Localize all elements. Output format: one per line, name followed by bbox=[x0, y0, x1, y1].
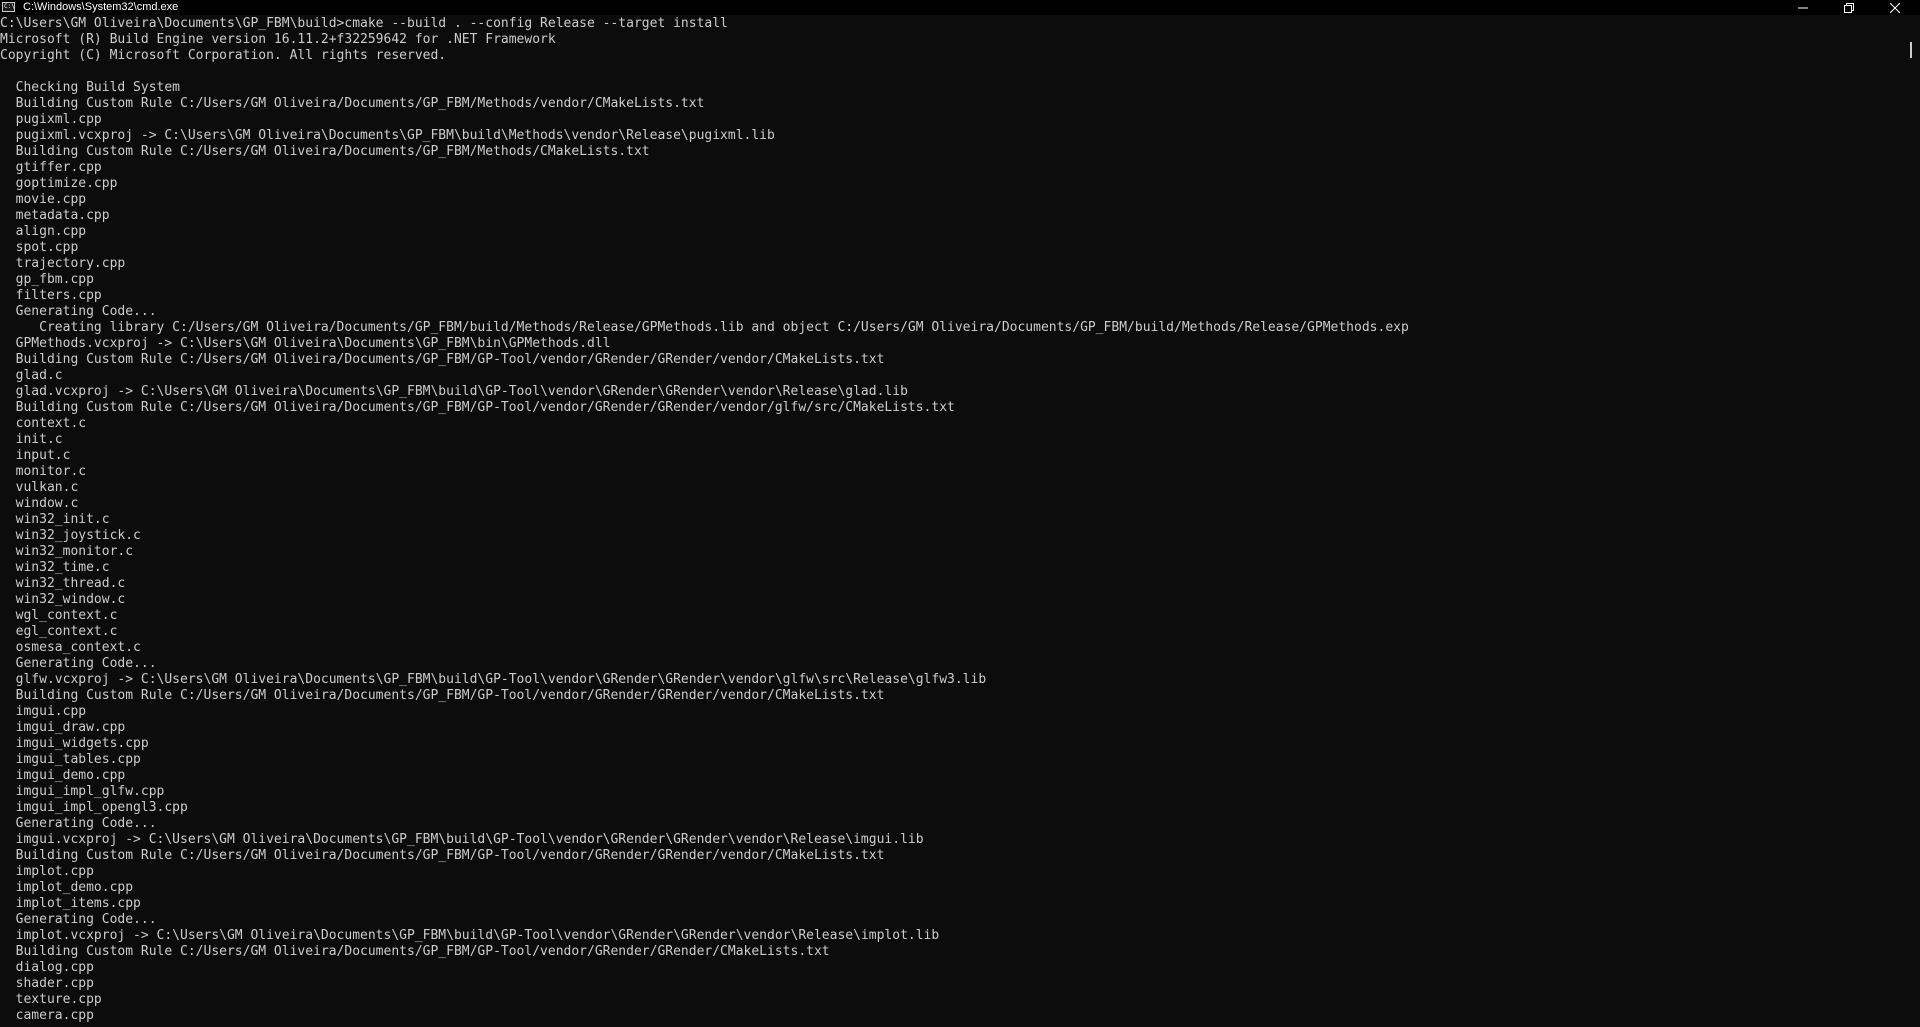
restore-button[interactable] bbox=[1826, 0, 1872, 15]
console-line: C:\Users\GM Oliveira\Documents\GP_FBM\bu… bbox=[0, 16, 728, 31]
close-button[interactable] bbox=[1872, 0, 1918, 15]
console-line: implot.vcxproj -> C:\Users\GM Oliveira\D… bbox=[0, 928, 940, 943]
console-line: GPMethods.vcxproj -> C:\Users\GM Oliveir… bbox=[0, 336, 611, 351]
console-line: dialog.cpp bbox=[0, 960, 94, 975]
console-line: implot_demo.cpp bbox=[0, 880, 134, 895]
console-line: glad.vcxproj -> C:\Users\GM Oliveira\Doc… bbox=[0, 384, 908, 399]
console-line: win32_time.c bbox=[0, 560, 110, 575]
console-line: Building Custom Rule C:/Users/GM Oliveir… bbox=[0, 96, 705, 111]
console-line: gtiffer.cpp bbox=[0, 160, 102, 175]
console-line: imgui_tables.cpp bbox=[0, 752, 141, 767]
console-line: Building Custom Rule C:/Users/GM Oliveir… bbox=[0, 944, 830, 959]
console-line: init.c bbox=[0, 432, 63, 447]
console-line: Generating Code... bbox=[0, 656, 157, 671]
console-line: spot.cpp bbox=[0, 240, 79, 255]
console-line: Building Custom Rule C:/Users/GM Oliveir… bbox=[0, 848, 885, 863]
console-line: trajectory.cpp bbox=[0, 256, 126, 271]
console-line: win32_joystick.c bbox=[0, 528, 141, 543]
console-line: camera.cpp bbox=[0, 1008, 94, 1023]
console-line: Microsoft (R) Build Engine version 16.11… bbox=[0, 32, 556, 47]
vertical-scrollbar[interactable] bbox=[1904, 16, 1920, 1027]
console-line: win32_window.c bbox=[0, 592, 126, 607]
minimize-icon bbox=[1798, 7, 1808, 8]
console-line: Generating Code... bbox=[0, 816, 157, 831]
console-line: imgui_widgets.cpp bbox=[0, 736, 149, 751]
console-line: Checking Build System bbox=[0, 80, 181, 95]
console-line: texture.cpp bbox=[0, 992, 102, 1007]
console-line: imgui.cpp bbox=[0, 704, 87, 719]
console-line: vulkan.c bbox=[0, 480, 79, 495]
console-line: win32_init.c bbox=[0, 512, 110, 527]
console-line: filters.cpp bbox=[0, 288, 102, 303]
console-line: implot_items.cpp bbox=[0, 896, 141, 911]
minimize-button[interactable] bbox=[1780, 0, 1826, 15]
title-bar[interactable]: C:\ C:\Windows\System32\cmd.exe bbox=[0, 0, 1920, 15]
console-line: context.c bbox=[0, 416, 87, 431]
console-line: imgui.vcxproj -> C:\Users\GM Oliveira\Do… bbox=[0, 832, 924, 847]
scrollbar-thumb[interactable] bbox=[1910, 42, 1912, 58]
console-line: glad.c bbox=[0, 368, 63, 383]
restore-icon bbox=[1844, 2, 1854, 13]
console-line: wgl_context.c bbox=[0, 608, 118, 623]
cmd-window: C:\ C:\Windows\System32\cmd.exe C:\Users… bbox=[0, 0, 1920, 1027]
cmd-icon: C:\ bbox=[2, 2, 15, 12]
console-line: Building Custom Rule C:/Users/GM Oliveir… bbox=[0, 352, 885, 367]
console-line: osmesa_context.c bbox=[0, 640, 141, 655]
console-line: Building Custom Rule C:/Users/GM Oliveir… bbox=[0, 688, 885, 703]
window-title: C:\Windows\System32\cmd.exe bbox=[23, 1, 179, 13]
console-line: pugixml.vcxproj -> C:\Users\GM Oliveira\… bbox=[0, 128, 775, 143]
console-line: win32_monitor.c bbox=[0, 544, 134, 559]
console-line: imgui_demo.cpp bbox=[0, 768, 126, 783]
console-line: input.c bbox=[0, 448, 71, 463]
console-line: Copyright (C) Microsoft Corporation. All… bbox=[0, 48, 447, 63]
console-output[interactable]: C:\Users\GM Oliveira\Documents\GP_FBM\bu… bbox=[0, 16, 1904, 1027]
console-line: imgui_impl_glfw.cpp bbox=[0, 784, 165, 799]
console-line: monitor.c bbox=[0, 464, 87, 479]
console-line: Generating Code... bbox=[0, 912, 157, 927]
console-line: Building Custom Rule C:/Users/GM Oliveir… bbox=[0, 144, 650, 159]
console-line: glfw.vcxproj -> C:\Users\GM Oliveira\Doc… bbox=[0, 672, 987, 687]
console-line: goptimize.cpp bbox=[0, 176, 118, 191]
console-line: Building Custom Rule C:/Users/GM Oliveir… bbox=[0, 400, 955, 415]
console-line: win32_thread.c bbox=[0, 576, 126, 591]
console-line: pugixml.cpp bbox=[0, 112, 102, 127]
console-line: imgui_draw.cpp bbox=[0, 720, 126, 735]
console-line: window.c bbox=[0, 496, 79, 511]
console-line: imgui_impl_opengl3.cpp bbox=[0, 800, 188, 815]
console-line: shader.cpp bbox=[0, 976, 94, 991]
console-line: Generating Code... bbox=[0, 304, 157, 319]
console-line: Creating library C:/Users/GM Oliveira/Do… bbox=[0, 320, 1409, 335]
console-line: implot.cpp bbox=[0, 864, 94, 879]
console-line: movie.cpp bbox=[0, 192, 87, 207]
console-line: metadata.cpp bbox=[0, 208, 110, 223]
console-line: align.cpp bbox=[0, 224, 87, 239]
close-icon bbox=[1890, 2, 1900, 13]
console-line: egl_context.c bbox=[0, 624, 118, 639]
console-line: gp_fbm.cpp bbox=[0, 272, 94, 287]
